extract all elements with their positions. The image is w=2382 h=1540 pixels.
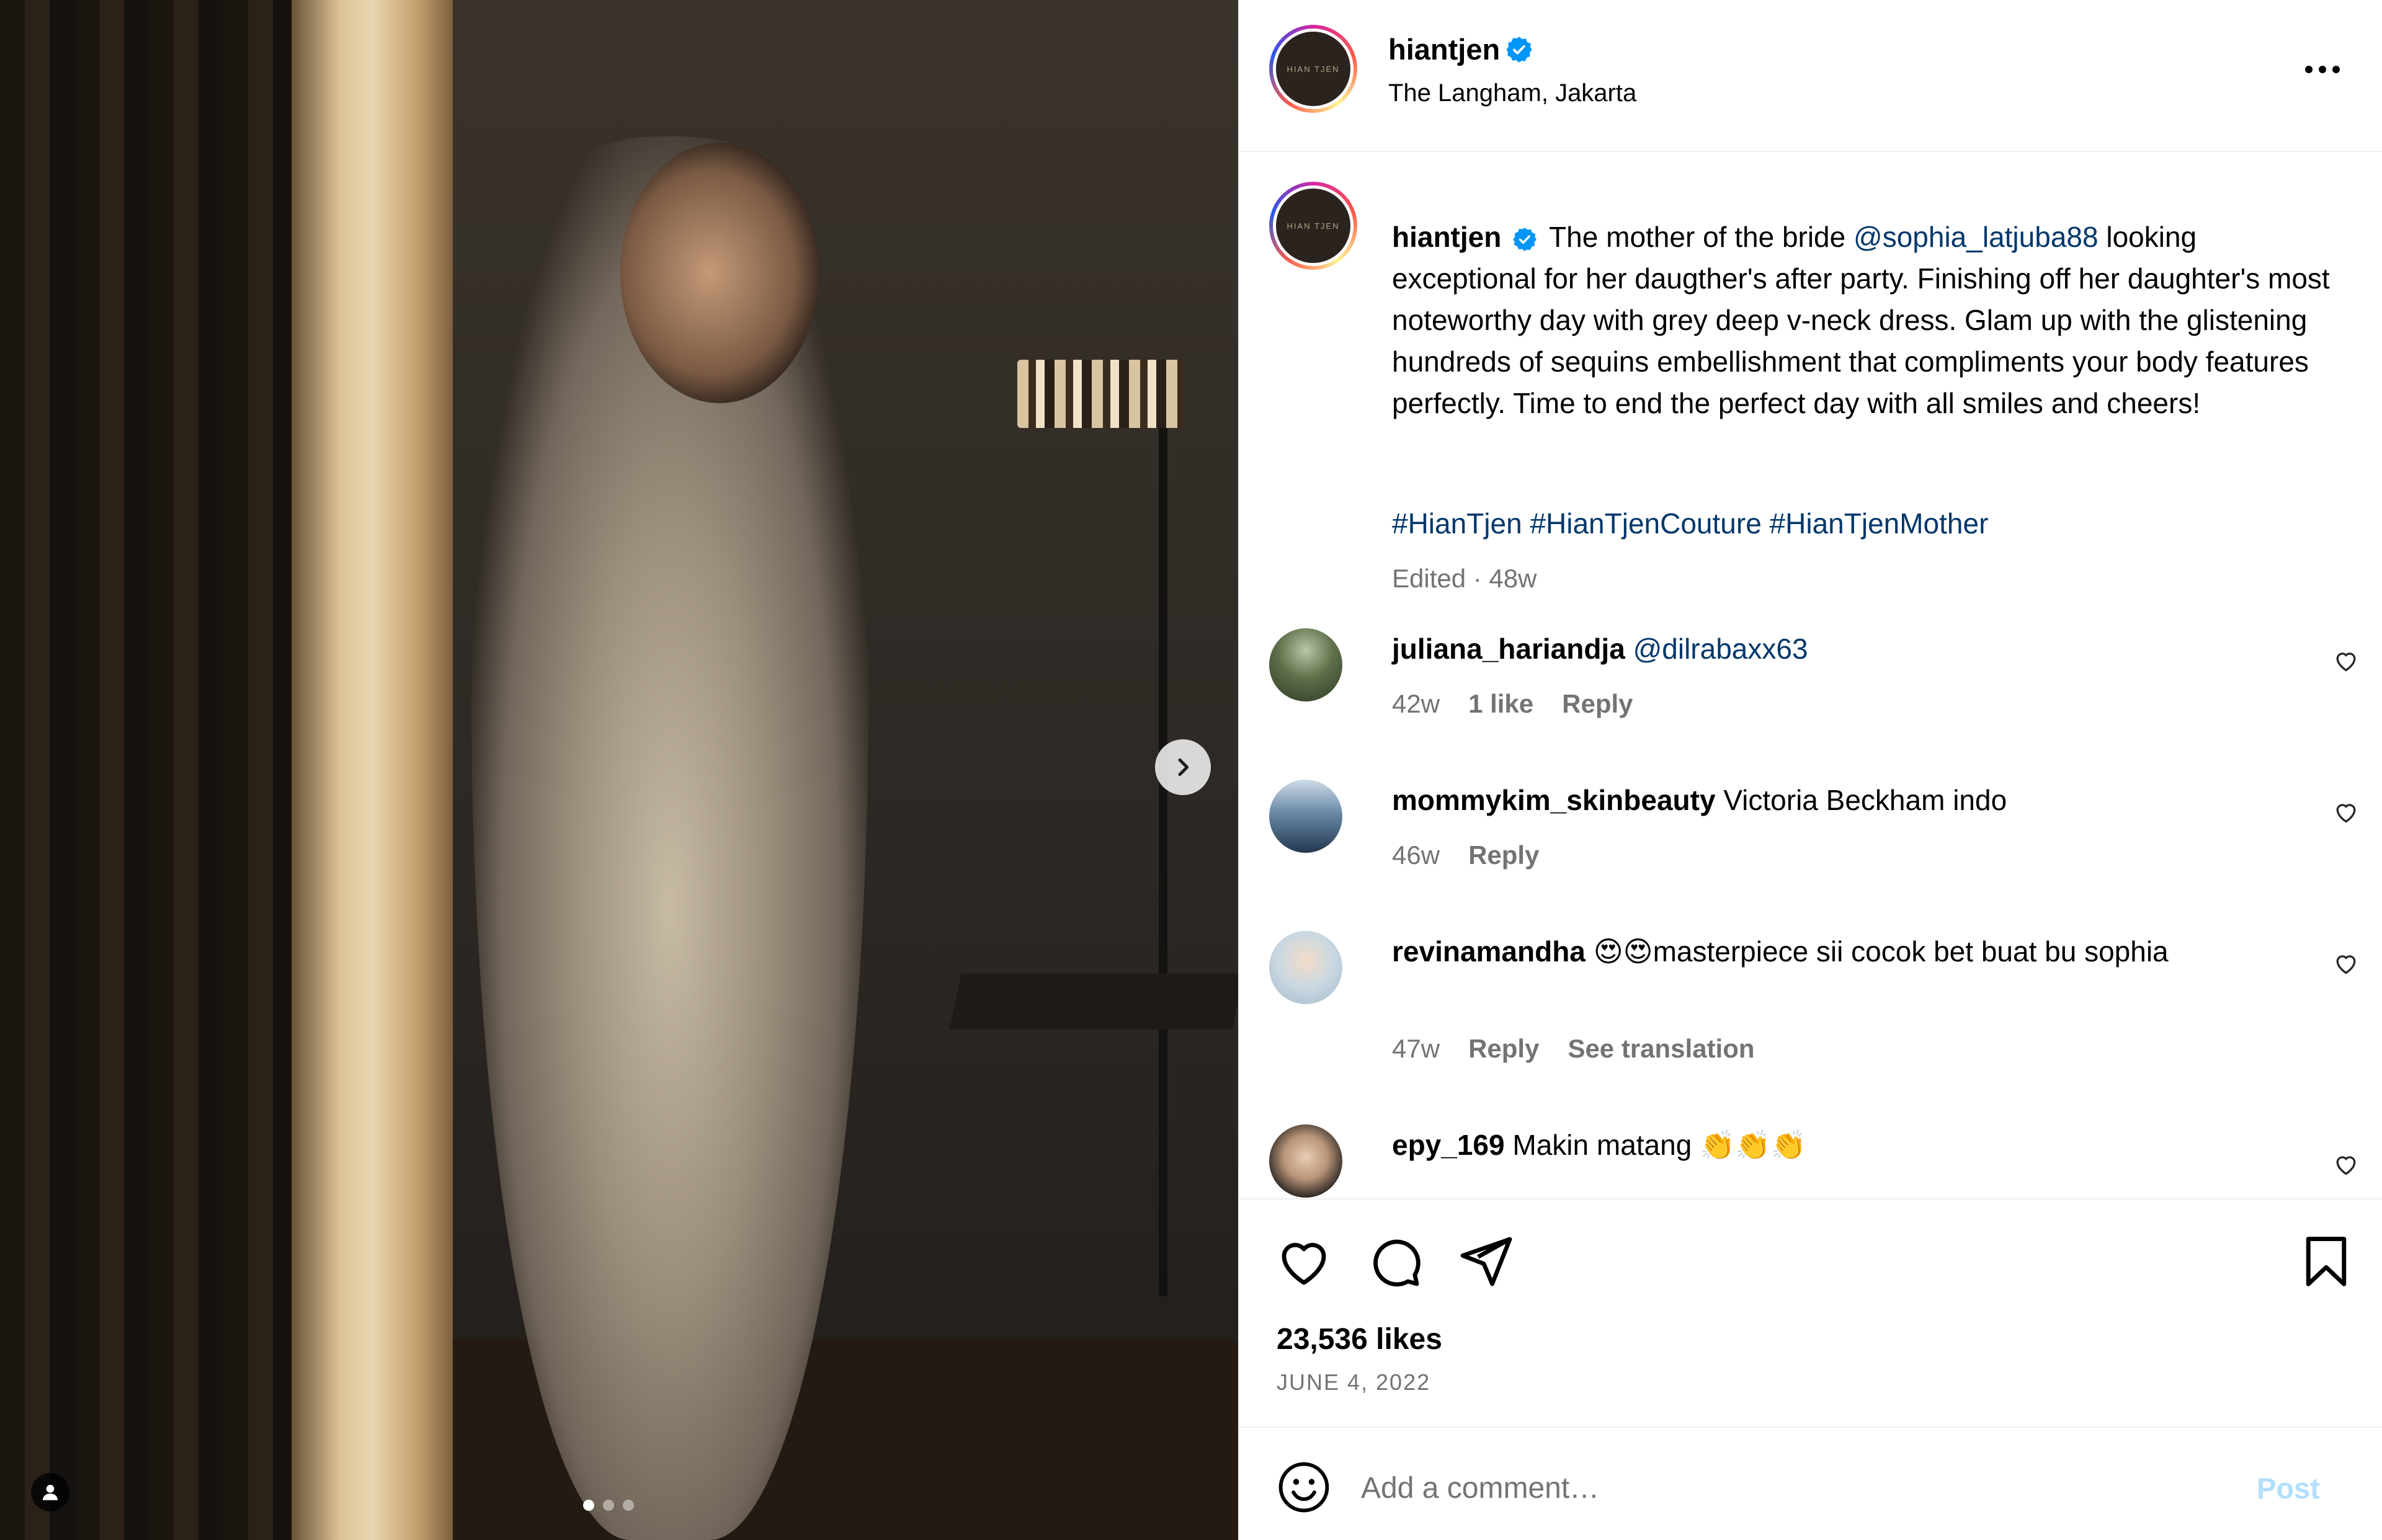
post-header: HIAN TJEN hiantjen The Langham, Jakarta <box>1239 0 2382 152</box>
share-paper-plane-icon[interactable] <box>1455 1232 1515 1291</box>
comment-like-heart-icon[interactable] <box>2332 798 2360 826</box>
caption-hashtags[interactable]: #HianTjen #HianTjenCouture #HianTjenMoth… <box>1392 507 1988 540</box>
comment-composer: Post <box>1239 1428 2382 1540</box>
comment-time: 46w <box>1392 840 1440 870</box>
caption-text: hiantjen The mother of the bride @sophia… <box>1392 216 2335 424</box>
author-username[interactable]: hiantjen <box>1388 32 1500 66</box>
comment-text: juliana_hariandja @dilrabaxx63 <box>1392 628 2273 670</box>
commenter-avatar[interactable] <box>1269 931 1342 1004</box>
comment-username[interactable]: mommykim_skinbeauty <box>1392 784 1716 816</box>
comment-see-translation-button[interactable]: See translation <box>1568 1034 1754 1064</box>
comment-actions: 46w Reply <box>1392 840 1539 870</box>
comment-mention-link[interactable]: @dilrabaxx63 <box>1633 633 1808 665</box>
comment-username[interactable]: juliana_hariandja <box>1392 633 1625 665</box>
post-date: JUNE 4, 2022 <box>1277 1369 1431 1395</box>
post-location[interactable]: The Langham, Jakarta <box>1388 79 1636 107</box>
comment-time: 47w <box>1392 1034 1440 1063</box>
comment-input[interactable] <box>1361 1460 2217 1516</box>
emoji-icon[interactable] <box>1277 1460 1331 1515</box>
comment-actions: 42w 1 like Reply <box>1392 689 1633 719</box>
photo-lamp-pole <box>1159 428 1167 1296</box>
comment-username[interactable]: epy_169 <box>1392 1129 1505 1161</box>
verified-badge-icon <box>1513 227 1537 251</box>
verified-badge-icon <box>1506 36 1532 63</box>
caption-avatar-logo: HIAN TJEN <box>1276 189 1350 263</box>
carousel-dot <box>603 1500 614 1511</box>
caption-username[interactable]: hiantjen <box>1392 221 1501 253</box>
author-avatar-logo: HIAN TJEN <box>1276 32 1350 106</box>
photo-model-head <box>620 143 819 403</box>
carousel-next-button[interactable] <box>1155 739 1211 795</box>
carousel-indicator <box>583 1500 634 1511</box>
comment-reply-button[interactable]: Reply <box>1468 1034 1539 1064</box>
like-heart-icon[interactable] <box>1274 1232 1334 1291</box>
carousel-dot <box>623 1500 634 1511</box>
comment-body: Makin matang 👏👏👏 <box>1512 1129 1806 1161</box>
photo-curtain-left <box>0 0 292 1540</box>
next-arrow-icon <box>1178 758 1189 777</box>
post-photo[interactable] <box>0 0 1238 1540</box>
comment-body: Victoria Beckham indo <box>1723 784 2007 816</box>
comment-like-heart-icon[interactable] <box>2332 950 2360 977</box>
comment-username[interactable]: revinamandha <box>1392 935 1586 968</box>
photo-desk <box>949 974 1238 1030</box>
caption-meta: Edited · 48w <box>1392 564 1537 593</box>
comment-text: epy_169 Makin matang 👏👏👏 <box>1392 1124 2273 1166</box>
comment-body: 😍😍masterpiece sii cocok bet buat bu soph… <box>1593 935 2169 968</box>
comment-bubble-icon[interactable] <box>1365 1232 1424 1291</box>
comments-scroll-area[interactable]: HIAN TJEN hiantjen The mother of the bri… <box>1239 153 2382 1198</box>
commenter-avatar[interactable] <box>1269 780 1342 853</box>
commenter-avatar[interactable] <box>1269 628 1342 701</box>
comment-text: mommykim_skinbeauty Victoria Beckham ind… <box>1392 780 2273 821</box>
instagram-post-view: HIAN TJEN hiantjen The Langham, Jakarta … <box>0 0 2382 1540</box>
post-action-bar: 23,536 likes JUNE 4, 2022 <box>1239 1198 2382 1428</box>
save-bookmark-icon[interactable] <box>2298 1232 2355 1291</box>
post-side-panel: HIAN TJEN hiantjen The Langham, Jakarta … <box>1238 0 2382 1540</box>
author-avatar[interactable]: HIAN TJEN <box>1269 25 1357 113</box>
comment-like-count[interactable]: 1 like <box>1468 689 1533 719</box>
comment-like-heart-icon[interactable] <box>2332 647 2360 674</box>
more-options-icon[interactable] <box>2303 62 2342 77</box>
caption-mention-link[interactable]: @sophia_latjuba88 <box>1853 221 2099 253</box>
comment-like-heart-icon[interactable] <box>2332 1151 2360 1178</box>
post-comment-button[interactable]: Post <box>2257 1471 2320 1505</box>
comment-actions: 47w Reply See translation <box>1392 1034 1755 1064</box>
photo-window-light <box>292 0 453 1540</box>
comment-time: 42w <box>1392 689 1440 718</box>
carousel-dot <box>583 1500 594 1511</box>
comment-text: revinamandha 😍😍masterpiece sii cocok bet… <box>1392 931 2273 973</box>
caption-author-avatar[interactable]: HIAN TJEN <box>1269 182 1357 270</box>
likes-count[interactable]: 23,536 likes <box>1277 1322 1442 1356</box>
caption-body-start: The mother of the bride <box>1549 221 1846 253</box>
comment-reply-button[interactable]: Reply <box>1562 689 1633 719</box>
photo-lamp-shade <box>1017 360 1185 428</box>
commenter-avatar[interactable] <box>1269 1124 1342 1198</box>
tagged-users-button[interactable] <box>31 1473 69 1511</box>
tagged-user-icon <box>42 1484 58 1500</box>
comment-reply-button[interactable]: Reply <box>1468 840 1539 870</box>
